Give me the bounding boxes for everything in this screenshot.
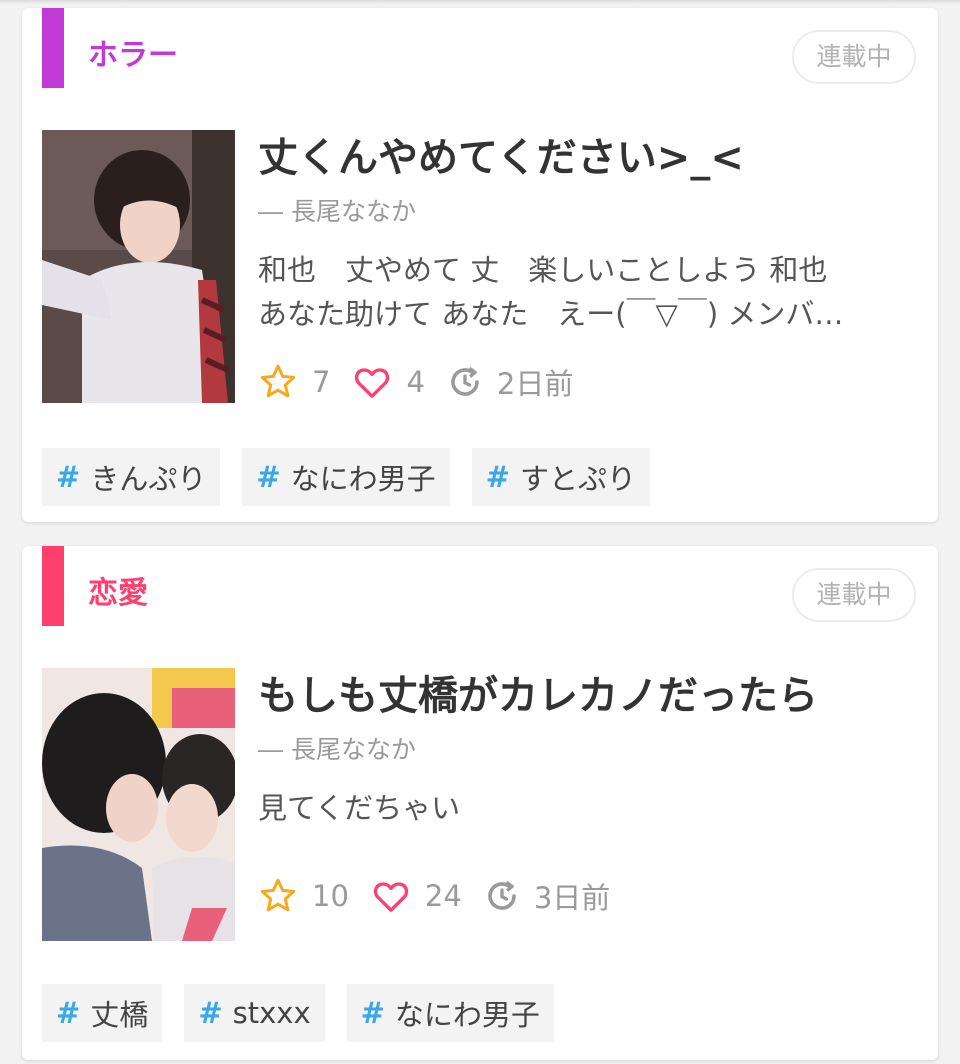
updated-time: 2日前 xyxy=(496,367,574,401)
story-description: 和也 丈やめて 丈 楽しいことしよう 和也 あなた助けて あなた えー(￣▽￣)… xyxy=(258,248,898,336)
hash-icon: # xyxy=(256,460,281,494)
tag-chip[interactable]: # きんぷり xyxy=(42,448,221,506)
tag-chip[interactable]: # stxxx xyxy=(184,984,325,1042)
status-badge: 連載中 xyxy=(792,30,916,84)
top-shadow xyxy=(0,0,960,4)
story-title[interactable]: もしも丈橋がカレカノだったら xyxy=(258,668,818,724)
status-badge: 連載中 xyxy=(792,568,916,622)
like-stat[interactable]: 24 xyxy=(371,876,462,916)
star-stat[interactable]: 10 xyxy=(258,876,349,916)
updated-stat: 3日前 xyxy=(484,875,610,917)
heart-icon xyxy=(373,882,408,912)
tag-chip[interactable]: # すとぷり xyxy=(471,448,650,506)
like-stat[interactable]: 4 xyxy=(352,362,425,402)
refresh-clock-icon xyxy=(488,880,516,910)
story-thumbnail[interactable] xyxy=(42,668,235,941)
story-author[interactable]: ― 長尾ななか xyxy=(258,194,416,230)
tag-chip[interactable]: # なにわ男子 xyxy=(242,448,450,506)
tag-label: きんぷり xyxy=(90,462,207,496)
tag-chip[interactable]: # 丈橋 xyxy=(42,984,163,1042)
refresh-clock-icon xyxy=(451,366,479,396)
story-title[interactable]: 丈くんやめてください>_< xyxy=(258,130,744,186)
star-count: 7 xyxy=(312,365,331,399)
star-icon xyxy=(260,364,296,398)
tag-label: stxxx xyxy=(232,996,311,1030)
heart-icon xyxy=(355,368,390,398)
genre-bar xyxy=(42,546,64,626)
story-stats: 7 4 2日前 xyxy=(258,358,595,406)
like-count: 4 xyxy=(406,365,425,399)
hash-icon: # xyxy=(485,460,510,494)
story-thumbnail[interactable] xyxy=(42,130,235,403)
tag-chip[interactable]: # なにわ男子 xyxy=(346,984,554,1042)
hash-icon: # xyxy=(198,996,223,1030)
star-icon xyxy=(260,878,296,912)
genre-label[interactable]: ホラー xyxy=(88,36,178,76)
star-stat[interactable]: 7 xyxy=(258,362,330,402)
hash-icon: # xyxy=(56,460,81,494)
story-feed: ホラー 連載中 丈くんやめてください>_< ― 長尾ななか 和也 丈やめて 丈 … xyxy=(0,0,960,1064)
tag-label: なにわ男子 xyxy=(394,998,540,1032)
hash-icon: # xyxy=(56,996,81,1030)
story-author[interactable]: ― 長尾ななか xyxy=(258,732,416,768)
star-count: 10 xyxy=(312,879,349,913)
story-stats: 10 24 3日前 xyxy=(258,872,632,920)
updated-stat: 2日前 xyxy=(447,361,573,403)
tag-label: すとぷり xyxy=(519,462,636,496)
tag-label: 丈橋 xyxy=(90,998,149,1032)
thumbnail-image-2 xyxy=(42,668,235,941)
tag-list: # きんぷり # なにわ男子 # すとぷり xyxy=(42,448,672,506)
updated-time: 3日前 xyxy=(533,881,611,915)
description-line: 見てくだちゃい xyxy=(258,791,461,825)
tag-list: # 丈橋 # stxxx # なにわ男子 xyxy=(42,984,576,1042)
tag-label: なにわ男子 xyxy=(290,462,436,496)
thumbnail-image-1 xyxy=(42,130,235,403)
story-description: 見てくだちゃい xyxy=(258,786,898,830)
genre-label[interactable]: 恋愛 xyxy=(88,574,148,614)
story-card[interactable]: 恋愛 連載中 もしも丈橋がカレカノだったら ― 長尾ななか 見てくだちゃい 10… xyxy=(22,546,938,1060)
like-count: 24 xyxy=(424,879,462,913)
description-line: 和也 丈やめて 丈 楽しいことしよう 和也 xyxy=(258,253,828,287)
genre-bar xyxy=(42,8,64,88)
hash-icon: # xyxy=(360,996,385,1030)
description-line: あなた助けて あなた えー(￣▽￣) メンバ… xyxy=(258,297,844,331)
story-card[interactable]: ホラー 連載中 丈くんやめてください>_< ― 長尾ななか 和也 丈やめて 丈 … xyxy=(22,8,938,522)
